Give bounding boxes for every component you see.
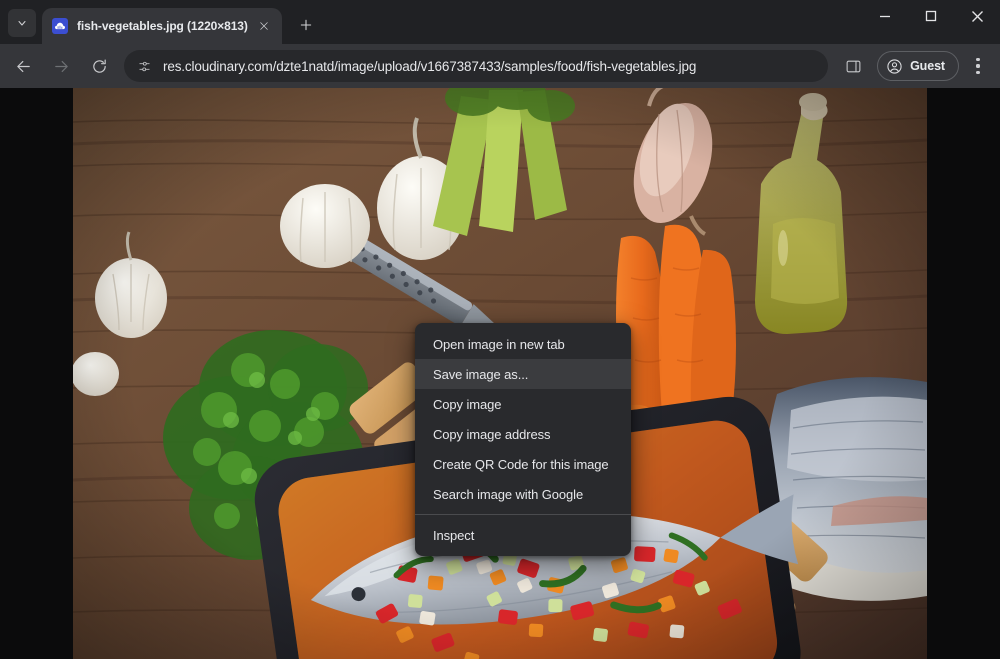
close-icon: [259, 21, 269, 31]
side-panel-button[interactable]: [837, 50, 869, 82]
cloud-glyph: [54, 20, 66, 32]
arrow-right-icon: [53, 58, 70, 75]
tab-fish-vegetables[interactable]: fish-vegetables.jpg (1220×813): [42, 8, 282, 44]
arrow-left-icon: [15, 58, 32, 75]
url-text: res.cloudinary.com/dzte1natd/image/uploa…: [163, 59, 696, 74]
maximize-button[interactable]: [908, 0, 954, 32]
plus-icon: [299, 18, 313, 32]
forward-button[interactable]: [45, 50, 77, 82]
minimize-button[interactable]: [862, 0, 908, 32]
menu-item-copy-image[interactable]: Copy image: [415, 389, 631, 419]
image-context-menu[interactable]: Open image in new tab Save image as... C…: [415, 323, 631, 556]
tab-strip: fish-vegetables.jpg (1220×813): [0, 0, 1000, 44]
new-tab-button[interactable]: [292, 11, 320, 39]
tune-icon[interactable]: [135, 57, 153, 75]
profile-button[interactable]: Guest: [877, 51, 959, 81]
close-window-button[interactable]: [954, 0, 1000, 32]
dot: [976, 64, 979, 67]
window-controls: [862, 0, 1000, 44]
reload-icon: [91, 58, 108, 75]
menu-item-inspect[interactable]: Inspect: [415, 520, 631, 550]
dot: [976, 58, 979, 61]
close-icon: [971, 10, 984, 23]
browser-toolbar: res.cloudinary.com/dzte1natd/image/uploa…: [0, 44, 1000, 88]
browser-window: fish-vegetables.jpg (1220×813): [0, 0, 1000, 659]
tab-search-button[interactable]: [8, 9, 36, 37]
dot: [976, 71, 979, 74]
address-bar[interactable]: res.cloudinary.com/dzte1natd/image/uploa…: [124, 50, 828, 82]
menu-item-open-image-in-new-tab[interactable]: Open image in new tab: [415, 329, 631, 359]
tab-title: fish-vegetables.jpg (1220×813): [77, 19, 248, 33]
menu-item-search-image-with-google[interactable]: Search image with Google: [415, 479, 631, 509]
menu-item-create-qr-code[interactable]: Create QR Code for this image: [415, 449, 631, 479]
chrome-menu-button[interactable]: [964, 50, 992, 82]
menu-item-copy-image-address[interactable]: Copy image address: [415, 419, 631, 449]
account-circle-icon: [886, 58, 903, 75]
maximize-icon: [925, 10, 937, 22]
minimize-icon: [879, 10, 891, 22]
side-panel-icon: [845, 58, 862, 75]
reload-button[interactable]: [83, 50, 115, 82]
tab-close-button[interactable]: [254, 16, 274, 36]
back-button[interactable]: [7, 50, 39, 82]
profile-name: Guest: [910, 59, 945, 73]
chevron-down-icon: [16, 17, 28, 29]
menu-separator: [415, 514, 631, 515]
menu-item-save-image-as[interactable]: Save image as...: [415, 359, 631, 389]
sliders-icon: [137, 59, 152, 74]
image-viewer-content: Open image in new tab Save image as... C…: [0, 88, 1000, 659]
cloudinary-icon: [52, 18, 68, 34]
